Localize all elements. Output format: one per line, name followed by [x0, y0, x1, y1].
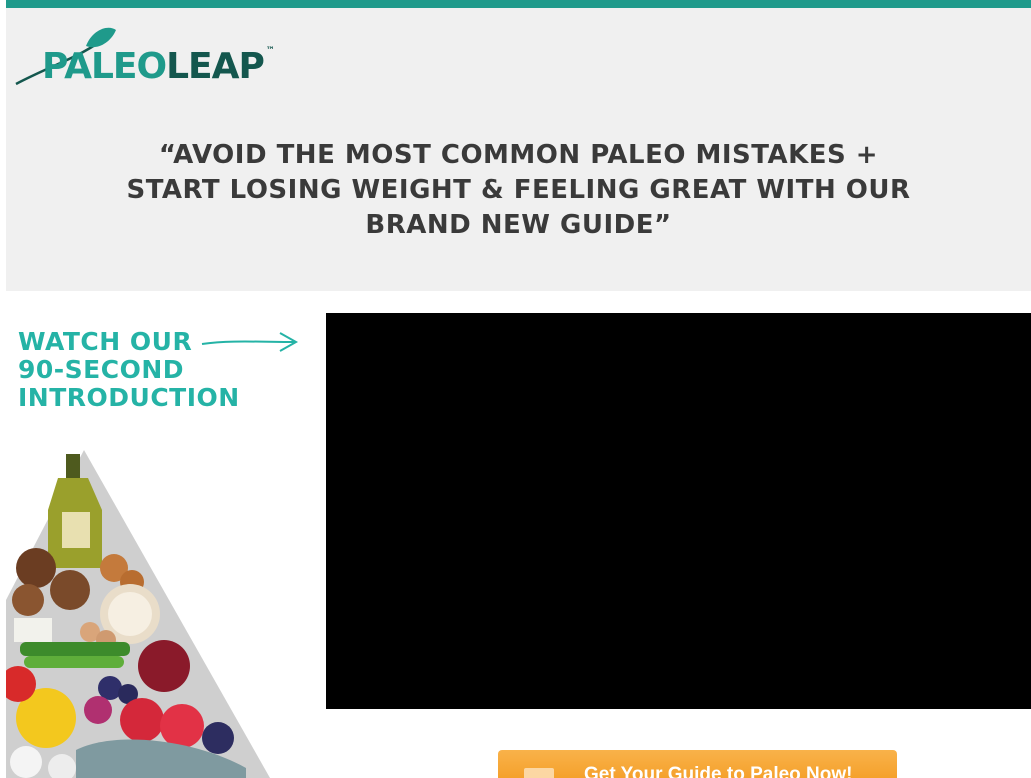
logo-trademark: ™ [265, 46, 275, 56]
logo-paleo: PALEO [42, 46, 167, 87]
landing-page: PALEOLEAP ™ “AVOID THE MOST COMMON PALEO … [0, 0, 1031, 778]
get-guide-button[interactable]: Get Your Guide to Paleo Now! [498, 750, 897, 778]
hero-headline: “AVOID THE MOST COMMON PALEO MISTAKES + … [6, 138, 1031, 243]
cta-label: Get Your Guide to Paleo Now! [584, 764, 853, 778]
top-accent-bar [6, 0, 1031, 8]
paleoleap-logo[interactable]: PALEOLEAP ™ [14, 26, 275, 96]
book-icon [524, 768, 554, 778]
right-arrow-icon [201, 332, 299, 352]
headline-line-3: BRAND NEW GUIDE” [365, 210, 672, 240]
logo-wordmark: PALEOLEAP ™ [42, 46, 275, 87]
headline-line-1: “AVOID THE MOST COMMON PALEO MISTAKES + [158, 140, 879, 170]
logo-leap: LEAP [166, 46, 265, 87]
intro-video-player[interactable] [326, 313, 1031, 709]
food-pyramid-illustration [6, 450, 270, 778]
headline-line-2: START LOSING WEIGHT & FEELING GREAT WITH… [126, 175, 911, 205]
watch-line-2: 90-SECOND [18, 355, 185, 384]
hero-banner: PALEOLEAP ™ “AVOID THE MOST COMMON PALEO … [6, 8, 1031, 291]
watch-line-3: INTRODUCTION [18, 383, 240, 412]
